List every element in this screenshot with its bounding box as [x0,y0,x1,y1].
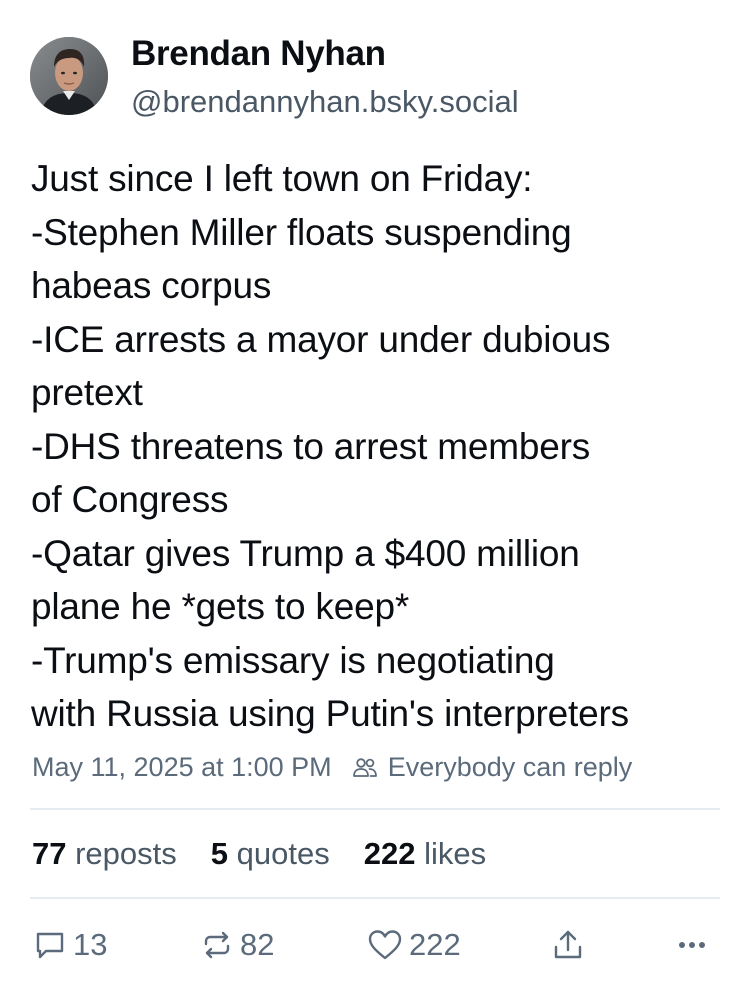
repost-button[interactable]: 82 [200,920,274,970]
reposts-label: reposts [75,836,177,871]
reply-button[interactable]: 13 [33,920,107,970]
quotes-label: quotes [236,836,330,871]
share-button[interactable] [552,920,584,970]
divider [30,897,720,899]
post-text-line: -ICE arrests a mayor under dubious [31,318,611,360]
share-icon [554,930,582,959]
post-text-line: -Qatar gives Trump a $400 million [31,532,580,574]
reposts-count: 77 [32,836,67,871]
post-thread-view: Brendan Nyhan @brendannyhan.bsky.social … [0,0,750,1000]
avatar[interactable] [30,37,108,115]
repost-count: 82 [240,927,275,962]
post-text-line: pretext [31,372,143,413]
divider [30,808,720,810]
avatar-photo [30,37,108,115]
repost-arrows-icon [204,931,230,959]
likes-stat[interactable]: 222 likes [364,836,486,872]
heart-icon [368,930,402,960]
post-text-line: -Stephen Miller floats suspending [31,211,572,253]
post-meta: May 11, 2025 at 1:00 PM Everybody can re… [32,752,632,783]
more-dots-icon [679,942,705,948]
author-handle[interactable]: @brendannyhan.bsky.social [131,84,519,120]
quotes-stat[interactable]: 5 quotes [211,836,330,872]
speech-bubble-icon [36,932,64,959]
quotes-count: 5 [210,836,229,871]
post-text-line: -Trump's emissary is negotiating [31,639,555,681]
action-bar: 13 82 222 [0,920,750,970]
post-timestamp[interactable]: May 11, 2025 at 1:00 PM [32,752,332,783]
engagement-stats: 77 reposts 5 quotes 222 likes [32,836,520,872]
likes-label: likes [424,836,487,871]
like-button[interactable]: 222 [367,920,461,970]
reply-count: 13 [73,927,108,962]
more-options-button[interactable] [674,920,710,970]
likes-count: 222 [363,836,416,871]
reply-setting-label: Everybody can reply [387,752,633,782]
reposts-stat[interactable]: 77 reposts [32,836,177,872]
like-count: 222 [409,927,461,962]
post-text-line: plane he *gets to keep* [31,586,410,627]
post-text-line: of Congress [31,479,229,520]
post-text-line: Just since I left town on Friday: [31,158,533,199]
post-text: Just since I left town on Friday: -Steph… [31,152,731,741]
post-text-line: habeas corpus [31,265,272,306]
post-text-line: with Russia using Putin's interpreters [31,693,629,734]
post-text-line: -DHS threatens to arrest members [31,425,591,467]
people-icon [352,755,378,781]
author-name[interactable]: Brendan Nyhan [131,34,386,74]
